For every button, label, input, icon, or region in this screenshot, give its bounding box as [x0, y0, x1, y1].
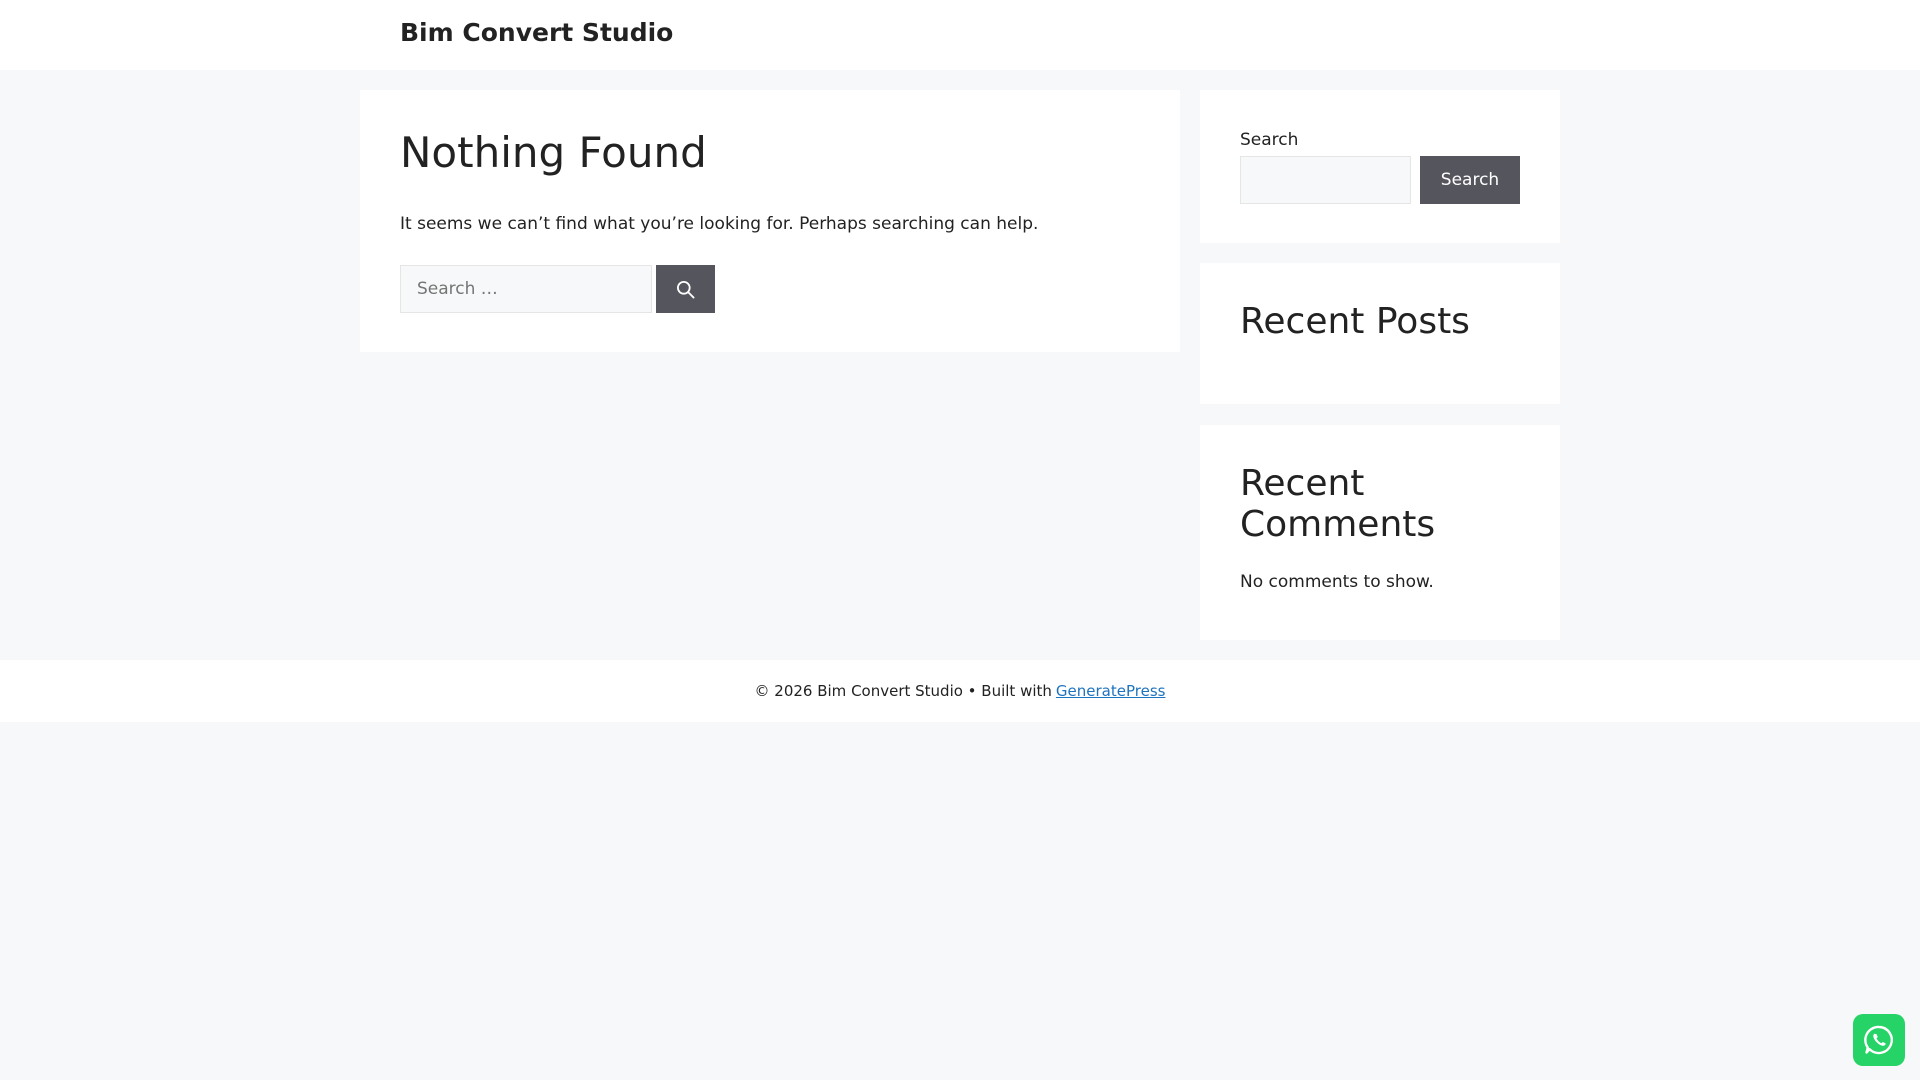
recent-posts-title: Recent Posts	[1240, 301, 1470, 342]
site-title-link[interactable]: Bim Convert Studio	[400, 18, 673, 47]
recent-comments-empty-text: No comments to show.	[1240, 572, 1434, 592]
page-title: Nothing Found	[400, 128, 707, 177]
site-footer: © 2026 Bim Convert Studio • Built with G…	[0, 660, 1920, 722]
search-submit-button[interactable]	[656, 265, 715, 313]
footer-copyright: © 2026 Bim Convert Studio • Built with	[754, 682, 1052, 700]
page-message: It seems we can’t find what you’re looki…	[400, 214, 1039, 234]
search-input[interactable]	[400, 265, 652, 313]
recent-comments-widget: Recent Comments No comments to show.	[1200, 425, 1560, 640]
whatsapp-chat-button[interactable]	[1853, 1014, 1905, 1066]
search-form	[400, 265, 715, 313]
whatsapp-icon	[1861, 1022, 1897, 1058]
recent-comments-title: Recent Comments	[1240, 463, 1436, 546]
recent-posts-widget: Recent Posts	[1200, 263, 1560, 404]
sidebar-search-input[interactable]	[1240, 156, 1411, 204]
footer-generatepress-link[interactable]: GeneratePress	[1056, 682, 1166, 700]
sidebar-search-widget: Search Search	[1200, 90, 1560, 243]
site-header: Bim Convert Studio	[0, 0, 1920, 70]
sidebar-search-label: Search	[1240, 130, 1299, 150]
search-icon	[676, 280, 695, 299]
sidebar-search-button[interactable]: Search	[1420, 156, 1520, 204]
main-content: Nothing Found It seems we can’t find wha…	[360, 90, 1180, 352]
